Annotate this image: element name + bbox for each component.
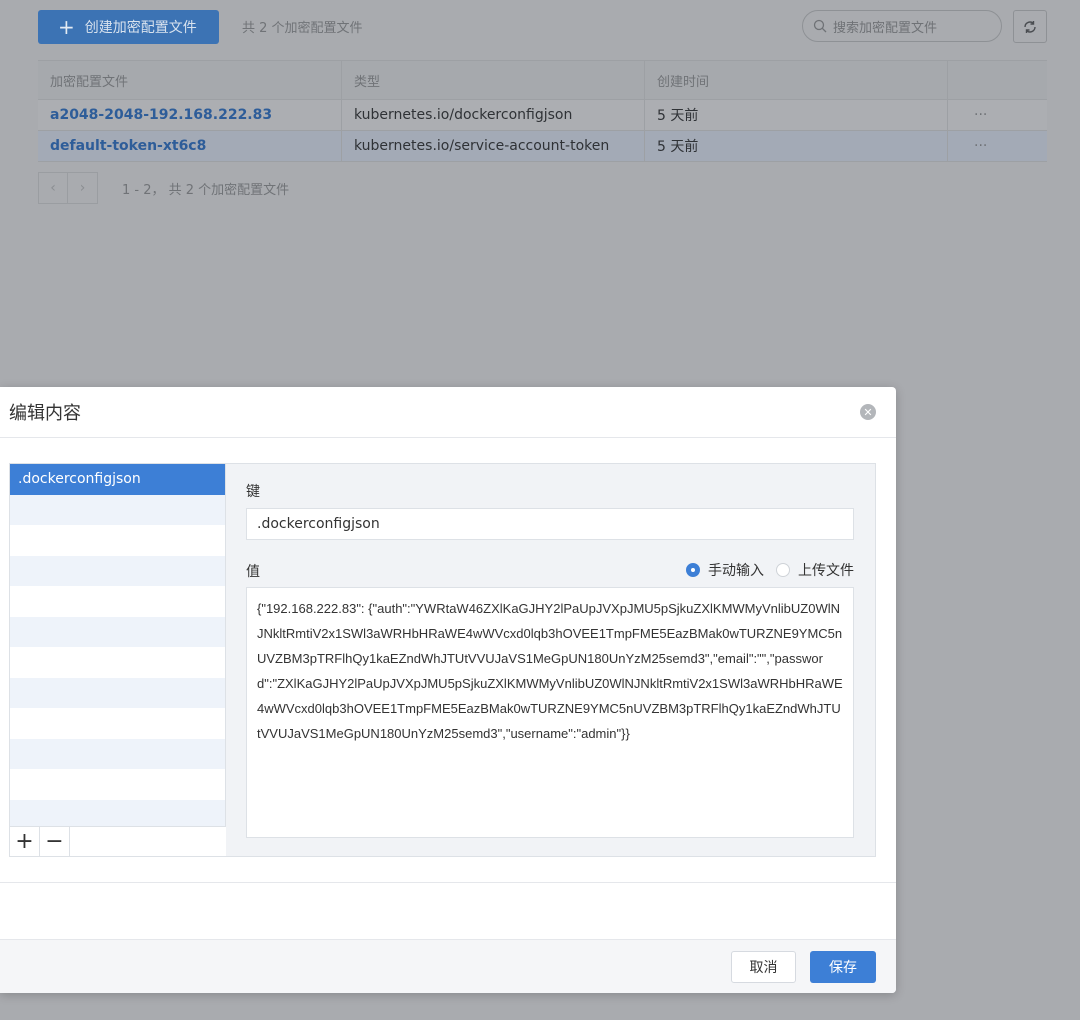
create-secret-button[interactable]: + 创建加密配置文件 (38, 10, 219, 44)
key-list-empty-row (10, 738, 225, 769)
secret-count: 共 2 个加密配置文件 (242, 21, 363, 36)
key-list-empty-row (10, 647, 225, 678)
column-header-name: 加密配置文件 (50, 74, 129, 90)
search-placeholder: 搜索加密配置文件 (833, 20, 938, 36)
table-header: 加密配置文件 类型 创建时间 (38, 60, 1047, 100)
remove-key-button[interactable]: − (40, 827, 70, 856)
secret-name-link[interactable]: default-token-xt6c8 (38, 138, 341, 154)
prev-page-button[interactable]: ‹ (38, 172, 68, 204)
edit-content-dialog: 编辑内容 ✕ .dockerconfigjson + − 键 .dockerco… (0, 387, 896, 993)
radio-upload-file[interactable]: 上传文件 (776, 560, 854, 580)
pagination-summary: 1 - 2， 共 2 个加密配置文件 (122, 182, 290, 198)
table-row: default-token-xt6c8 kubernetes.io/servic… (38, 131, 1047, 162)
add-key-button[interactable]: + (10, 827, 40, 856)
dialog-header: 编辑内容 (0, 387, 896, 438)
dialog-footer: 取消 保存 (0, 939, 896, 993)
key-list-empty-row (10, 769, 225, 800)
secret-created: 5 天前 (644, 131, 947, 161)
secret-created: 5 天前 (644, 100, 947, 130)
radio-upload-label: 上传文件 (798, 563, 854, 579)
close-icon[interactable]: ✕ (860, 404, 876, 420)
dialog-title: 编辑内容 (9, 403, 81, 424)
more-actions-icon[interactable]: ··· (947, 131, 1047, 161)
secrets-table: 加密配置文件 类型 创建时间 a2048-2048-192.168.222.83… (38, 60, 1047, 162)
key-list-empty-row (10, 586, 225, 617)
search-input[interactable]: 搜索加密配置文件 (802, 10, 1002, 42)
key-list-item[interactable]: .dockerconfigjson (10, 464, 225, 495)
radio-unselected-icon (776, 563, 790, 577)
secret-type: kubernetes.io/service-account-token (341, 131, 644, 161)
key-list-empty-row (10, 494, 225, 525)
divider (0, 882, 896, 883)
radio-selected-icon (686, 563, 700, 577)
column-header-type: 类型 (341, 61, 644, 99)
key-list: .dockerconfigjson + − (10, 464, 226, 856)
key-list-empty-row (10, 525, 225, 556)
cancel-button[interactable]: 取消 (731, 951, 796, 983)
value-textarea[interactable]: {"192.168.222.83": {"auth":"YWRtaW46ZXlK… (246, 587, 854, 838)
refresh-button[interactable] (1013, 10, 1047, 43)
dialog-body: .dockerconfigjson + − 键 .dockerconfigjso… (9, 463, 876, 857)
column-header-actions (947, 61, 1047, 99)
plus-icon: + (58, 15, 75, 39)
key-input[interactable]: .dockerconfigjson (246, 508, 854, 540)
value-label: 值 (246, 564, 260, 580)
radio-manual-label: 手动输入 (708, 563, 764, 579)
create-secret-label: 创建加密配置文件 (84, 20, 197, 36)
radio-manual-input[interactable]: 手动输入 (686, 560, 764, 580)
key-label: 键 (246, 484, 260, 500)
key-list-empty-row (10, 616, 225, 647)
column-header-created: 创建时间 (644, 61, 947, 99)
key-list-empty-row (10, 555, 225, 586)
value-source-radio-group: 手动输入 上传文件 (674, 560, 854, 580)
search-icon (813, 19, 827, 33)
key-list-empty-row (10, 677, 225, 708)
key-list-empty-row (10, 708, 225, 739)
save-button[interactable]: 保存 (810, 951, 876, 983)
pagination: ‹ › 1 - 2， 共 2 个加密配置文件 (38, 172, 289, 204)
refresh-icon (1024, 20, 1036, 33)
key-list-toolbar: + − (10, 826, 226, 856)
secret-name-link[interactable]: a2048-2048-192.168.222.83 (38, 107, 341, 123)
next-page-button[interactable]: › (68, 172, 98, 204)
table-row: a2048-2048-192.168.222.83 kubernetes.io/… (38, 100, 1047, 131)
secret-type: kubernetes.io/dockerconfigjson (341, 100, 644, 130)
more-actions-icon[interactable]: ··· (947, 100, 1047, 130)
